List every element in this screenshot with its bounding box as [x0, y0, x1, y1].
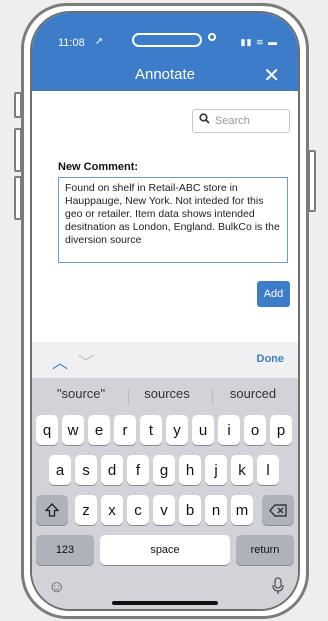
key-i[interactable]: i	[218, 415, 240, 445]
suggestion-2[interactable]: sources	[124, 386, 210, 401]
numbers-key[interactable]: 123	[36, 535, 94, 565]
mute-switch	[14, 92, 22, 118]
keyboard-accessory-bar: ︿ ﹀ Done	[32, 342, 298, 378]
shift-icon	[45, 503, 59, 517]
key-u[interactable]: u	[192, 415, 214, 445]
page-title: Annotate	[134, 66, 196, 83]
emoji-icon[interactable]: ☺	[48, 577, 65, 597]
status-time: 11:08	[58, 37, 85, 49]
shift-key[interactable]	[36, 495, 68, 525]
key-q[interactable]: q	[36, 415, 58, 445]
volume-up-button	[14, 128, 22, 172]
key-o[interactable]: o	[244, 415, 266, 445]
add-button[interactable]: Add	[257, 281, 290, 307]
search-input[interactable]: Search	[192, 109, 290, 133]
chevron-down-icon[interactable]: ﹀	[78, 349, 94, 373]
key-g[interactable]: g	[153, 455, 175, 485]
return-key[interactable]: return	[236, 535, 294, 565]
key-m[interactable]: m	[231, 495, 253, 525]
status-icons: ▮▮ ≋ ▬	[240, 37, 278, 47]
suggestion-bar: "source" sources sourced	[32, 378, 298, 408]
notch	[132, 33, 202, 47]
key-t[interactable]: t	[140, 415, 162, 445]
key-z[interactable]: z	[75, 495, 97, 525]
volume-down-button	[14, 176, 22, 220]
space-key[interactable]: space	[100, 535, 230, 565]
backspace-key[interactable]	[262, 495, 294, 525]
camera-icon	[208, 33, 216, 41]
home-indicator[interactable]	[112, 601, 218, 605]
key-j[interactable]: j	[205, 455, 227, 485]
key-s[interactable]: s	[75, 455, 97, 485]
search-icon	[199, 113, 210, 127]
key-x[interactable]: x	[101, 495, 123, 525]
key-h[interactable]: h	[179, 455, 201, 485]
power-button	[308, 150, 316, 212]
search-placeholder: Search	[215, 115, 250, 127]
keyboard: ︿ ﹀ Done "source" sources sourced q w e …	[32, 342, 298, 609]
phone-frame: 11:08 ➚ ▮▮ ≋ ▬ Annotate ✕ Search New Com…	[21, 3, 309, 619]
key-p[interactable]: p	[270, 415, 292, 445]
keyboard-bottom-bar: ☺	[32, 569, 298, 609]
key-d[interactable]: d	[101, 455, 123, 485]
phone-screen: 11:08 ➚ ▮▮ ≋ ▬ Annotate ✕ Search New Com…	[30, 11, 300, 611]
suggestion-3[interactable]: sourced	[210, 386, 296, 401]
key-f[interactable]: f	[127, 455, 149, 485]
comment-textarea[interactable]: Found on shelf in Retail-ABC store in Ha…	[58, 177, 288, 263]
done-button[interactable]: Done	[257, 353, 285, 365]
key-v[interactable]: v	[153, 495, 175, 525]
key-a[interactable]: a	[49, 455, 71, 485]
key-n[interactable]: n	[205, 495, 227, 525]
key-y[interactable]: y	[166, 415, 188, 445]
backspace-icon	[269, 503, 287, 517]
key-b[interactable]: b	[179, 495, 201, 525]
key-e[interactable]: e	[88, 415, 110, 445]
location-icon: ➚	[95, 36, 104, 47]
title-bar: 11:08 ➚ ▮▮ ≋ ▬ Annotate ✕	[32, 13, 298, 91]
key-r[interactable]: r	[114, 415, 136, 445]
key-k[interactable]: k	[231, 455, 253, 485]
comment-label: New Comment:	[58, 161, 139, 173]
suggestion-1[interactable]: "source"	[38, 386, 124, 401]
key-c[interactable]: c	[127, 495, 149, 525]
close-icon[interactable]: ✕	[263, 63, 280, 88]
key-l[interactable]: l	[257, 455, 279, 485]
microphone-icon[interactable]	[272, 577, 284, 599]
key-w[interactable]: w	[62, 415, 84, 445]
chevron-up-icon[interactable]: ︿	[52, 349, 68, 373]
